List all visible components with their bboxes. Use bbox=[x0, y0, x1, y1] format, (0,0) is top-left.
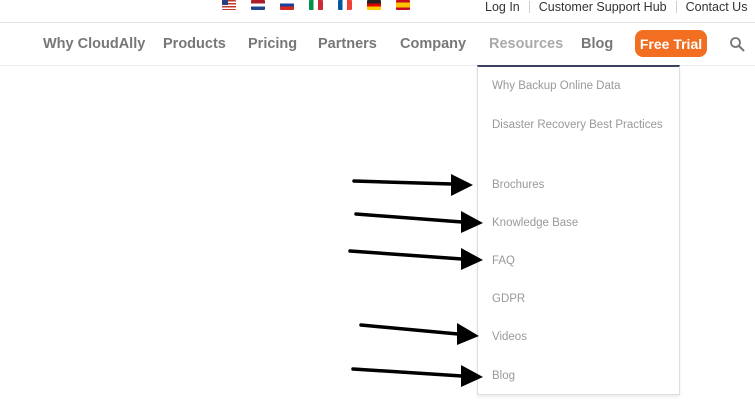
nav-pricing[interactable]: Pricing bbox=[248, 36, 297, 52]
dropdown-item-blog[interactable]: Blog bbox=[492, 365, 672, 387]
nav-company[interactable]: Company bbox=[400, 36, 466, 52]
nav-partners[interactable]: Partners bbox=[318, 36, 377, 52]
arrow-brochures bbox=[352, 174, 473, 196]
nav-blog[interactable]: Blog bbox=[581, 36, 613, 52]
main-nav: Why CloudAlly Products Pricing Partners … bbox=[0, 23, 755, 65]
flag-it-icon[interactable] bbox=[309, 0, 323, 10]
flag-es-icon[interactable] bbox=[396, 0, 410, 10]
nav-why-cloudally[interactable]: Why CloudAlly bbox=[43, 36, 145, 52]
flag-nl-icon[interactable] bbox=[251, 0, 265, 10]
arrow-videos bbox=[359, 323, 479, 345]
dropdown-item-faq[interactable]: FAQ bbox=[492, 250, 672, 272]
support-hub-link[interactable]: Customer Support Hub bbox=[539, 0, 667, 14]
dropdown-item-videos[interactable]: Videos bbox=[492, 326, 672, 348]
flag-ru-icon[interactable] bbox=[280, 0, 294, 10]
login-link[interactable]: Log In bbox=[485, 0, 520, 14]
contact-us-link[interactable]: Contact Us bbox=[686, 0, 748, 14]
dropdown-item-brochures[interactable]: Brochures bbox=[492, 174, 672, 196]
resources-dropdown: Why Backup Online Data Disaster Recovery… bbox=[477, 65, 680, 395]
flag-us-icon[interactable] bbox=[222, 0, 236, 10]
top-utility-bar: Log In Customer Support Hub Contact Us bbox=[0, 0, 755, 22]
divider bbox=[528, 1, 530, 13]
free-trial-button[interactable]: Free Trial bbox=[635, 30, 707, 57]
arrow-faq bbox=[348, 248, 483, 270]
search-icon[interactable] bbox=[729, 36, 745, 52]
nav-resources[interactable]: Resources bbox=[489, 36, 563, 52]
dropdown-item-disaster-recovery[interactable]: Disaster Recovery Best Practices bbox=[492, 114, 672, 136]
arrow-knowledge-base bbox=[354, 211, 483, 233]
flag-de-icon[interactable] bbox=[367, 0, 381, 10]
dropdown-item-knowledge-base[interactable]: Knowledge Base bbox=[492, 212, 672, 234]
flag-fr-icon[interactable] bbox=[338, 0, 352, 10]
language-flags bbox=[222, 0, 425, 10]
top-links: Log In Customer Support Hub Contact Us bbox=[485, 0, 747, 14]
dropdown-item-why-backup[interactable]: Why Backup Online Data bbox=[492, 75, 672, 97]
divider bbox=[675, 1, 677, 13]
nav-products[interactable]: Products bbox=[163, 36, 226, 52]
arrow-blog bbox=[351, 365, 483, 387]
dropdown-item-gdpr[interactable]: GDPR bbox=[492, 288, 672, 310]
